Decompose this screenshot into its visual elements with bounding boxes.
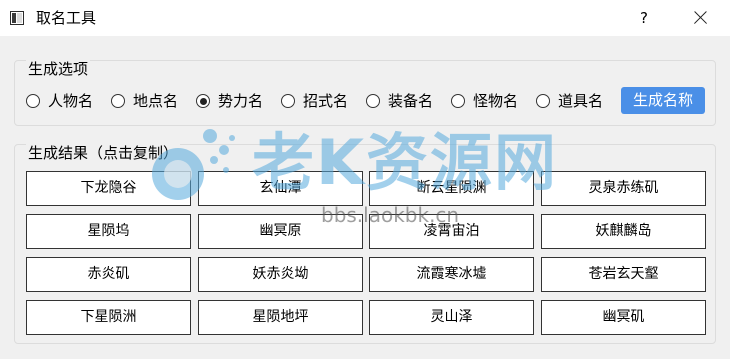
radio-button-icon[interactable] <box>26 94 40 108</box>
radio-button-checked-icon[interactable] <box>196 94 210 108</box>
app-icon <box>10 11 24 25</box>
radio-person-name[interactable]: 人物名 <box>26 91 93 111</box>
radio-button-icon[interactable] <box>111 94 125 108</box>
result-name-button[interactable]: 断云星陨渊 <box>369 171 534 206</box>
help-button[interactable]: ? <box>628 0 660 36</box>
result-name-button[interactable]: 灵泉赤练矶 <box>541 171 706 206</box>
radio-label[interactable]: 人物名 <box>48 91 93 111</box>
close-icon[interactable] <box>684 0 716 36</box>
result-name-button[interactable]: 妖赤炎坳 <box>198 257 363 292</box>
result-name-button[interactable]: 星陨坞 <box>26 214 191 249</box>
radio-button-icon[interactable] <box>451 94 465 108</box>
options-group-title: 生成选项 <box>26 59 91 79</box>
result-name-button[interactable]: 星陨地坪 <box>198 300 363 335</box>
radio-label[interactable]: 怪物名 <box>473 91 518 111</box>
title-bar: 取名工具 ? <box>0 0 730 36</box>
result-name-button[interactable]: 下龙隐谷 <box>26 171 191 206</box>
result-name-button[interactable]: 流霞寒冰墟 <box>369 257 534 292</box>
result-name-button[interactable]: 玄仙潭 <box>198 171 363 206</box>
radio-label[interactable]: 招式名 <box>303 91 348 111</box>
radio-equipment-name[interactable]: 装备名 <box>366 91 433 111</box>
radio-monster-name[interactable]: 怪物名 <box>451 91 518 111</box>
radio-place-name[interactable]: 地点名 <box>111 91 178 111</box>
generate-names-button[interactable]: 生成名称 <box>621 87 705 114</box>
radio-item-name[interactable]: 道具名 <box>536 91 603 111</box>
result-name-button[interactable]: 幽冥矶 <box>541 300 706 335</box>
window-title: 取名工具 <box>36 9 97 27</box>
radio-label[interactable]: 装备名 <box>388 91 433 111</box>
main-window: 取名工具 ? 生成选项 人物名 地点名 势力名 招式名 装备名 怪物名 道具名 … <box>0 0 730 359</box>
radio-label[interactable]: 地点名 <box>133 91 178 111</box>
result-name-button[interactable]: 灵山泽 <box>369 300 534 335</box>
result-name-button[interactable]: 苍岩玄天壑 <box>541 257 706 292</box>
radio-button-icon[interactable] <box>366 94 380 108</box>
radio-label[interactable]: 势力名 <box>218 91 263 111</box>
result-name-button[interactable]: 下星陨洲 <box>26 300 191 335</box>
radio-button-icon[interactable] <box>536 94 550 108</box>
result-name-button[interactable]: 赤炎矶 <box>26 257 191 292</box>
result-name-button[interactable]: 妖麒麟岛 <box>541 214 706 249</box>
radio-button-icon[interactable] <box>281 94 295 108</box>
radio-label[interactable]: 道具名 <box>558 91 603 111</box>
result-name-button[interactable]: 凌霄宙泊 <box>369 214 534 249</box>
results-group-title: 生成结果（点击复制） <box>26 143 181 163</box>
radio-faction-name[interactable]: 势力名 <box>196 91 263 111</box>
radio-skill-name[interactable]: 招式名 <box>281 91 348 111</box>
result-name-button[interactable]: 幽冥原 <box>198 214 363 249</box>
